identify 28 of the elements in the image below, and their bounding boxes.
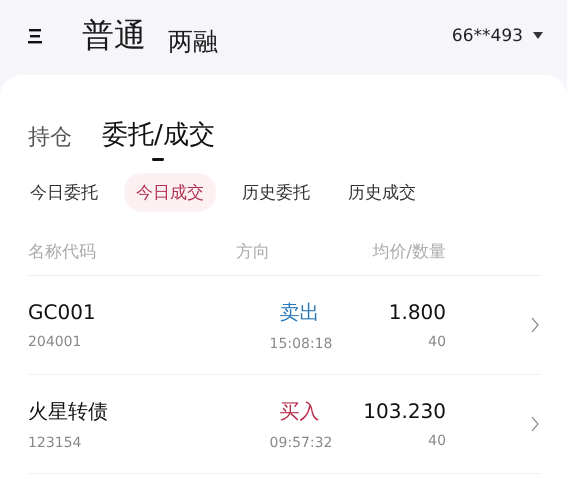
chevron-right-icon[interactable] (531, 416, 539, 432)
security-code: 123154 (28, 434, 82, 450)
sub-tab[interactable]: 今日委托 (18, 173, 110, 212)
trade-time: 09:57:32 (270, 434, 332, 450)
security-name: 火星转债 (28, 398, 108, 424)
column-header: 名称代码 (28, 241, 97, 263)
account-number[interactable]: 66**493 (452, 26, 523, 46)
account-type-tab[interactable]: 两融 (168, 24, 218, 58)
caret-icon[interactable] (533, 32, 543, 40)
trade-quantity: 40 (428, 334, 446, 350)
account-type-tab[interactable]: 普通 (82, 14, 146, 58)
column-header: 方向 (236, 241, 271, 263)
main-tab[interactable]: 委托/成交 (102, 119, 215, 161)
main-tab[interactable]: 持仓 (28, 124, 72, 161)
average-price: 1.800 (388, 300, 446, 324)
sub-tab[interactable]: 历史成交 (336, 173, 428, 212)
security-code: 204001 (28, 334, 82, 350)
menu-icon[interactable] (28, 28, 44, 44)
sub-tab[interactable]: 今日成交 (124, 173, 216, 212)
column-header: 均价/数量 (371, 241, 446, 263)
average-price: 103.230 (363, 399, 446, 423)
chevron-right-icon[interactable] (531, 317, 539, 333)
security-name: GC001 (28, 300, 96, 324)
trade-direction: 卖出 (280, 298, 320, 326)
trade-time: 15:08:18 (270, 336, 332, 352)
sub-tab[interactable]: 历史委托 (230, 173, 322, 212)
trade-direction: 买入 (280, 398, 320, 424)
trade-quantity: 40 (428, 433, 446, 449)
